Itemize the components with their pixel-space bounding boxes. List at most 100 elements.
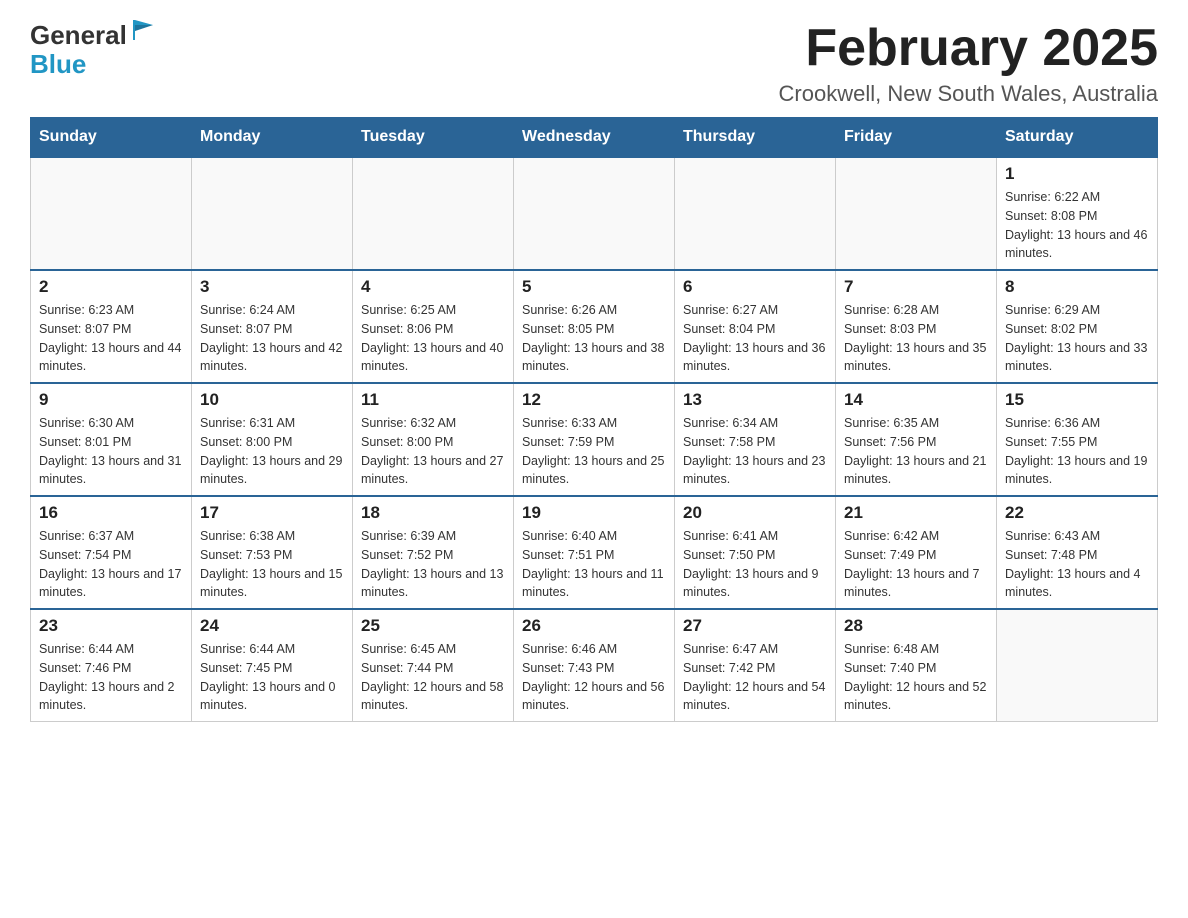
day-info: Sunrise: 6:48 AM Sunset: 7:40 PM Dayligh… — [844, 640, 988, 715]
day-number: 13 — [683, 390, 827, 410]
calendar-cell: 12Sunrise: 6:33 AM Sunset: 7:59 PM Dayli… — [514, 383, 675, 496]
calendar-cell: 17 Sunrise: 6:38 AM Sunset: 7:53 PM Dayli… — [192, 496, 353, 609]
day-info: Sunrise: 6:29 AM Sunset: 8:02 PM Dayligh… — [1005, 301, 1149, 376]
day-number: 3 — [200, 277, 344, 297]
day-info: Sunrise: 6:25 AM Sunset: 8:06 PM Dayligh… — [361, 301, 505, 376]
day-info: Sunrise: 6:40 AM Sunset: 7:51 PM Dayligh… — [522, 527, 666, 602]
day-info: Sunrise: 6:46 AM Sunset: 7:43 PM Dayligh… — [522, 640, 666, 715]
calendar-cell: 28 Sunrise: 6:48 AM Sunset: 7:40 PM Dayli… — [836, 609, 997, 722]
week-row-4: 16 Sunrise: 6:37 AM Sunset: 7:54 PM Dayli… — [31, 496, 1158, 609]
col-wednesday: Wednesday — [514, 118, 675, 158]
week-row-2: 2 Sunrise: 6:23 AM Sunset: 8:07 PM Daylig… — [31, 270, 1158, 383]
col-monday: Monday — [192, 118, 353, 158]
calendar-cell: 8 Sunrise: 6:29 AM Sunset: 8:02 PM Daylig… — [997, 270, 1158, 383]
day-info: Sunrise: 6:27 AM Sunset: 8:04 PM Dayligh… — [683, 301, 827, 376]
day-info: Sunrise: 6:47 AM Sunset: 7:42 PM Dayligh… — [683, 640, 827, 715]
calendar-cell — [997, 609, 1158, 722]
day-info: Sunrise: 6:34 AM Sunset: 7:58 PM Dayligh… — [683, 414, 827, 489]
day-number: 23 — [39, 616, 183, 636]
day-info: Sunrise: 6:22 AM Sunset: 8:08 PM Dayligh… — [1005, 188, 1149, 263]
day-number: 17 — [200, 503, 344, 523]
calendar-cell: 20 Sunrise: 6:41 AM Sunset: 7:50 PM Dayli… — [675, 496, 836, 609]
day-info: Sunrise: 6:42 AM Sunset: 7:49 PM Dayligh… — [844, 527, 988, 602]
day-number: 28 — [844, 616, 988, 636]
calendar-cell — [353, 157, 514, 270]
day-info: Sunrise: 6:37 AM Sunset: 7:54 PM Dayligh… — [39, 527, 183, 602]
day-info: Sunrise: 6:23 AM Sunset: 8:07 PM Dayligh… — [39, 301, 183, 376]
day-number: 20 — [683, 503, 827, 523]
day-number: 15 — [1005, 390, 1149, 410]
day-number: 21 — [844, 503, 988, 523]
calendar-cell: 9 Sunrise: 6:30 AM Sunset: 8:01 PM Daylig… — [31, 383, 192, 496]
day-number: 7 — [844, 277, 988, 297]
calendar-cell: 18Sunrise: 6:39 AM Sunset: 7:52 PM Dayli… — [353, 496, 514, 609]
calendar-cell: 3 Sunrise: 6:24 AM Sunset: 8:07 PM Daylig… — [192, 270, 353, 383]
calendar-cell: 6 Sunrise: 6:27 AM Sunset: 8:04 PM Daylig… — [675, 270, 836, 383]
day-number: 1 — [1005, 164, 1149, 184]
calendar-cell: 4 Sunrise: 6:25 AM Sunset: 8:06 PM Daylig… — [353, 270, 514, 383]
col-friday: Friday — [836, 118, 997, 158]
day-number: 8 — [1005, 277, 1149, 297]
day-number: 4 — [361, 277, 505, 297]
day-number: 26 — [522, 616, 666, 636]
day-info: Sunrise: 6:45 AM Sunset: 7:44 PM Dayligh… — [361, 640, 505, 715]
col-tuesday: Tuesday — [353, 118, 514, 158]
calendar-cell — [192, 157, 353, 270]
calendar-cell — [31, 157, 192, 270]
day-number: 6 — [683, 277, 827, 297]
calendar-cell: 24Sunrise: 6:44 AM Sunset: 7:45 PM Dayli… — [192, 609, 353, 722]
calendar-cell: 26 Sunrise: 6:46 AM Sunset: 7:43 PM Dayli… — [514, 609, 675, 722]
col-thursday: Thursday — [675, 118, 836, 158]
day-info: Sunrise: 6:41 AM Sunset: 7:50 PM Dayligh… — [683, 527, 827, 602]
col-sunday: Sunday — [31, 118, 192, 158]
day-number: 14 — [844, 390, 988, 410]
col-saturday: Saturday — [997, 118, 1158, 158]
calendar-cell: 27 Sunrise: 6:47 AM Sunset: 7:42 PM Dayli… — [675, 609, 836, 722]
day-number: 16 — [39, 503, 183, 523]
calendar-cell: 2 Sunrise: 6:23 AM Sunset: 8:07 PM Daylig… — [31, 270, 192, 383]
calendar-cell — [675, 157, 836, 270]
day-number: 11 — [361, 390, 505, 410]
logo: General Blue — [30, 20, 157, 78]
day-number: 25 — [361, 616, 505, 636]
day-info: Sunrise: 6:39 AM Sunset: 7:52 PM Dayligh… — [361, 527, 505, 602]
calendar-cell: 11 Sunrise: 6:32 AM Sunset: 8:00 PM Dayli… — [353, 383, 514, 496]
calendar-cell — [836, 157, 997, 270]
calendar-cell: 7Sunrise: 6:28 AM Sunset: 8:03 PM Daylig… — [836, 270, 997, 383]
day-number: 27 — [683, 616, 827, 636]
logo-blue-text: Blue — [30, 49, 86, 79]
day-info: Sunrise: 6:35 AM Sunset: 7:56 PM Dayligh… — [844, 414, 988, 489]
calendar-header-row: Sunday Monday Tuesday Wednesday Thursday… — [31, 118, 1158, 158]
logo-general-text: General — [30, 20, 127, 50]
logo-flag-icon — [129, 16, 157, 44]
week-row-3: 9 Sunrise: 6:30 AM Sunset: 8:01 PM Daylig… — [31, 383, 1158, 496]
calendar-cell: 10Sunrise: 6:31 AM Sunset: 8:00 PM Dayli… — [192, 383, 353, 496]
calendar-cell — [514, 157, 675, 270]
day-number: 2 — [39, 277, 183, 297]
day-number: 5 — [522, 277, 666, 297]
calendar-cell: 22 Sunrise: 6:43 AM Sunset: 7:48 PM Dayli… — [997, 496, 1158, 609]
month-title: February 2025 — [779, 20, 1158, 77]
week-row-1: 1 Sunrise: 6:22 AM Sunset: 8:08 PM Daylig… — [31, 157, 1158, 270]
day-number: 10 — [200, 390, 344, 410]
day-info: Sunrise: 6:43 AM Sunset: 7:48 PM Dayligh… — [1005, 527, 1149, 602]
day-number: 24 — [200, 616, 344, 636]
day-number: 22 — [1005, 503, 1149, 523]
page-header: General Blue February 2025 Crookwell, Ne… — [30, 20, 1158, 107]
day-info: Sunrise: 6:26 AM Sunset: 8:05 PM Dayligh… — [522, 301, 666, 376]
day-info: Sunrise: 6:32 AM Sunset: 8:00 PM Dayligh… — [361, 414, 505, 489]
calendar-cell: 19 Sunrise: 6:40 AM Sunset: 7:51 PM Dayli… — [514, 496, 675, 609]
calendar-cell: 5 Sunrise: 6:26 AM Sunset: 8:05 PM Daylig… — [514, 270, 675, 383]
day-info: Sunrise: 6:36 AM Sunset: 7:55 PM Dayligh… — [1005, 414, 1149, 489]
day-number: 9 — [39, 390, 183, 410]
day-number: 19 — [522, 503, 666, 523]
day-info: Sunrise: 6:24 AM Sunset: 8:07 PM Dayligh… — [200, 301, 344, 376]
calendar-cell: 1 Sunrise: 6:22 AM Sunset: 8:08 PM Daylig… — [997, 157, 1158, 270]
calendar-cell: 25 Sunrise: 6:45 AM Sunset: 7:44 PM Dayli… — [353, 609, 514, 722]
calendar-table: Sunday Monday Tuesday Wednesday Thursday… — [30, 117, 1158, 722]
day-info: Sunrise: 6:38 AM Sunset: 7:53 PM Dayligh… — [200, 527, 344, 602]
week-row-5: 23Sunrise: 6:44 AM Sunset: 7:46 PM Dayli… — [31, 609, 1158, 722]
day-info: Sunrise: 6:30 AM Sunset: 8:01 PM Dayligh… — [39, 414, 183, 489]
calendar-cell: 21 Sunrise: 6:42 AM Sunset: 7:49 PM Dayli… — [836, 496, 997, 609]
calendar-cell: 14 Sunrise: 6:35 AM Sunset: 7:56 PM Dayli… — [836, 383, 997, 496]
